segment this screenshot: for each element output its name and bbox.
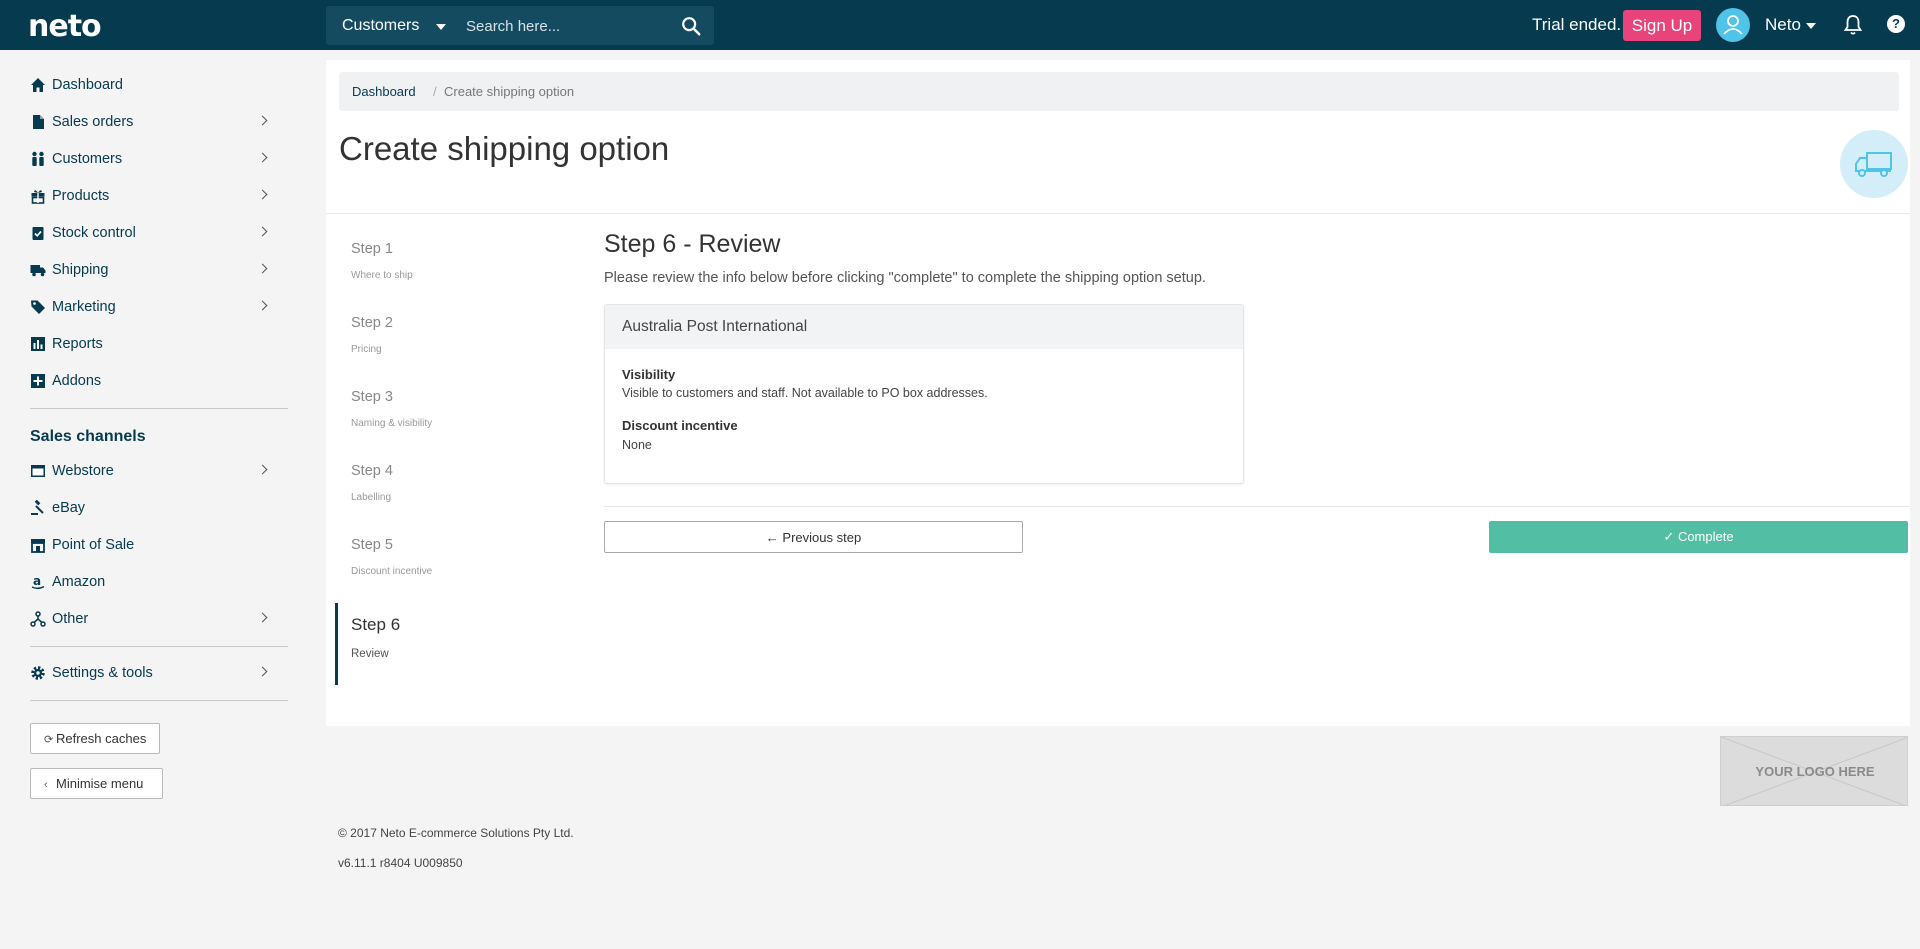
- search-input[interactable]: [466, 13, 666, 39]
- chevron-right-icon: [257, 189, 268, 200]
- review-card-header: Australia Post International: [605, 305, 1243, 349]
- search-icon[interactable]: [680, 15, 702, 37]
- gavel-icon: [31, 500, 44, 515]
- search-scope-dropdown[interactable]: Customers: [342, 17, 419, 35]
- review-card: Australia Post International Visibility …: [604, 304, 1244, 484]
- refresh-caches-button[interactable]: ⟳ Refresh caches: [30, 723, 160, 754]
- chevron-right-icon: [257, 464, 268, 475]
- breadcrumb-dashboard-link[interactable]: Dashboard: [352, 84, 416, 99]
- bell-icon[interactable]: [1843, 14, 1863, 36]
- sidebar-item-sales-orders[interactable]: Sales orders: [30, 108, 276, 138]
- sidebar-item-shipping[interactable]: Shipping: [30, 256, 276, 286]
- step-4[interactable]: Step 4 Labelling: [335, 463, 565, 523]
- plus-square-icon: [31, 374, 45, 388]
- trial-status-text: Trial ended.: [1532, 15, 1622, 34]
- sales-channels-heading: Sales channels: [30, 428, 146, 445]
- network-icon: [30, 611, 46, 627]
- chevron-right-icon: [257, 226, 268, 237]
- sidebar-item-other[interactable]: Other: [30, 605, 276, 635]
- sidebar-item-webstore[interactable]: Webstore: [30, 457, 276, 487]
- breadcrumb-current: Create shipping option: [444, 84, 575, 99]
- avatar[interactable]: [1716, 8, 1750, 42]
- user-menu[interactable]: Neto: [1765, 15, 1801, 35]
- shipping-option-name: Australia Post International: [622, 318, 808, 335]
- visibility-value: Visible to customers and staff. Not avai…: [622, 386, 988, 400]
- bar-chart-icon: [31, 337, 45, 351]
- neto-logo[interactable]: neto: [28, 9, 102, 44]
- truck-icon: [30, 265, 46, 277]
- arrow-left-icon: ←: [765, 529, 779, 545]
- breadcrumb-separator: /: [433, 84, 437, 99]
- chevron-right-icon: [257, 152, 268, 163]
- sidebar-item-marketing[interactable]: Marketing: [30, 293, 276, 323]
- chevron-left-icon: ‹: [44, 779, 48, 791]
- sidebar-item-amazon[interactable]: a Amazon: [30, 568, 276, 598]
- visibility-label: Visibility: [622, 367, 676, 382]
- sign-up-button[interactable]: Sign Up: [1623, 10, 1701, 41]
- browser-icon: [31, 465, 45, 477]
- discount-incentive-label: Discount incentive: [622, 418, 738, 433]
- copyright-text: © 2017 Neto E-commerce Solutions Pty Ltd…: [338, 826, 574, 840]
- chevron-down-icon[interactable]: [1806, 23, 1816, 29]
- main-panel: Dashboard / Create shipping option Creat…: [326, 60, 1910, 726]
- sidebar: Dashboard Sales orders Customers Product…: [0, 50, 300, 949]
- chevron-right-icon: [257, 666, 268, 677]
- review-heading: Step 6 - Review: [604, 230, 781, 258]
- document-icon: [33, 115, 44, 129]
- step-5[interactable]: Step 5 Discount incentive: [335, 537, 565, 597]
- step-3[interactable]: Step 3 Naming & visibility: [335, 389, 565, 449]
- minimise-menu-button[interactable]: ‹ Minimise menu: [30, 768, 163, 799]
- sidebar-item-dashboard[interactable]: Dashboard: [30, 71, 276, 101]
- review-description: Please review the info below before clic…: [604, 270, 1206, 286]
- step-2[interactable]: Step 2 Pricing: [335, 315, 565, 375]
- discount-incentive-value: None: [622, 438, 652, 452]
- check-icon: ✓: [1663, 529, 1675, 544]
- sidebar-item-addons[interactable]: Addons: [30, 367, 276, 397]
- shipping-badge: [1840, 130, 1908, 198]
- divider: [326, 213, 1910, 214]
- chevron-right-icon: [257, 263, 268, 274]
- top-bar: neto Customers Trial ended. Sign Up Neto…: [0, 0, 1920, 50]
- divider: [604, 506, 1910, 507]
- chevron-right-icon: [257, 300, 268, 311]
- home-icon: [31, 78, 45, 92]
- step-1[interactable]: Step 1 Where to ship: [335, 241, 565, 301]
- logo-placeholder: YOUR LOGO HERE: [1720, 736, 1908, 806]
- version-text: v6.11.1 r8404 U009850: [338, 856, 463, 870]
- step-6-active[interactable]: Step 6 Review: [335, 603, 565, 685]
- sidebar-item-stock-control[interactable]: Stock control: [30, 219, 276, 249]
- previous-step-button[interactable]: ← Previous step: [604, 521, 1023, 553]
- chevron-right-icon: [257, 612, 268, 623]
- refresh-icon: ⟳: [44, 734, 54, 746]
- complete-button[interactable]: ✓ Complete: [1489, 521, 1908, 553]
- divider: [30, 408, 288, 409]
- sidebar-item-products[interactable]: Products: [30, 182, 276, 212]
- sidebar-item-reports[interactable]: Reports: [30, 330, 276, 360]
- search-bar: Customers: [326, 6, 714, 45]
- people-icon: [32, 151, 44, 166]
- clipboard-check-icon: [32, 227, 44, 240]
- sidebar-item-ebay[interactable]: eBay: [30, 494, 276, 524]
- page-title: Create shipping option: [339, 130, 670, 167]
- breadcrumb: Dashboard / Create shipping option: [339, 72, 1899, 111]
- help-icon[interactable]: ?: [1887, 15, 1905, 33]
- divider: [30, 646, 288, 647]
- chevron-down-icon[interactable]: [436, 24, 446, 30]
- amazon-icon: a: [31, 574, 45, 590]
- gear-icon: [31, 666, 45, 680]
- chevron-right-icon: [257, 115, 268, 126]
- gift-icon: [31, 190, 45, 204]
- sidebar-item-customers[interactable]: Customers: [30, 145, 276, 175]
- sidebar-item-settings-tools[interactable]: Settings & tools: [30, 659, 276, 689]
- truck-icon: [1855, 152, 1892, 177]
- svg-text:a: a: [33, 574, 41, 588]
- sidebar-item-point-of-sale[interactable]: Point of Sale: [30, 531, 276, 561]
- tag-icon: [31, 300, 45, 314]
- divider: [30, 700, 288, 701]
- store-icon: [31, 539, 45, 553]
- user-icon: [1723, 15, 1743, 35]
